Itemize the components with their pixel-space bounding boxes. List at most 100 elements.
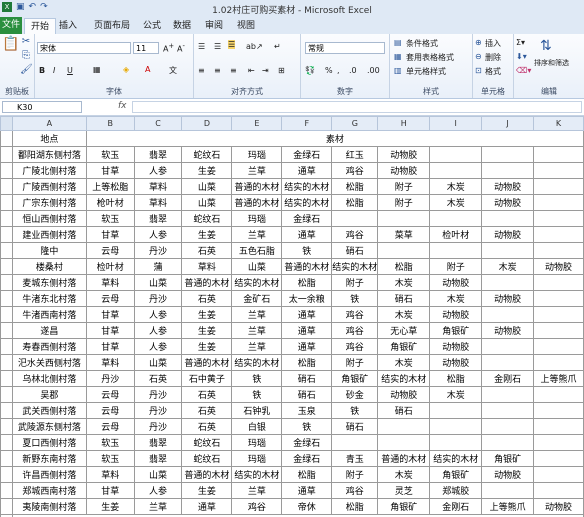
material-cell[interactable]: 软玉 xyxy=(85,434,135,451)
row-header[interactable] xyxy=(0,322,13,339)
material-cell[interactable]: 动物胶 xyxy=(429,338,483,355)
font-name-select[interactable]: 宋体 xyxy=(37,42,131,54)
column-header-B[interactable]: B xyxy=(85,116,135,131)
material-cell[interactable]: 玛瑙 xyxy=(231,434,283,451)
material-cell[interactable]: 草料 xyxy=(85,274,135,291)
material-cell[interactable]: 生姜 xyxy=(181,322,233,339)
row-header[interactable] xyxy=(0,370,13,387)
material-cell[interactable]: 石中黄子 xyxy=(181,370,233,387)
material-cell[interactable]: 山菜 xyxy=(181,178,233,195)
column-header-J[interactable]: J xyxy=(481,116,535,131)
material-cell[interactable]: 松脂 xyxy=(281,274,333,291)
material-cell[interactable] xyxy=(481,338,535,355)
row-header[interactable] xyxy=(0,450,13,467)
material-cell[interactable] xyxy=(429,242,483,259)
material-cell[interactable] xyxy=(429,402,483,419)
material-cell[interactable]: 无心草 xyxy=(377,322,431,339)
material-cell[interactable]: 通草 xyxy=(281,338,333,355)
tab-page-layout[interactable]: 页面布局 xyxy=(90,18,134,34)
place-cell[interactable]: 隆中 xyxy=(11,242,87,259)
material-cell[interactable] xyxy=(533,242,584,259)
material-cell[interactable]: 木炭 xyxy=(377,306,431,323)
material-cell[interactable]: 松脂 xyxy=(429,370,483,387)
material-cell[interactable]: 结实的木材 xyxy=(231,354,283,371)
material-cell[interactable]: 石英 xyxy=(181,418,233,435)
material-cell[interactable]: 蛇纹石 xyxy=(181,146,233,163)
column-header-H[interactable]: H xyxy=(377,116,431,131)
material-cell[interactable]: 动物胶 xyxy=(533,498,584,515)
material-cell[interactable] xyxy=(481,210,535,227)
material-cell[interactable]: 检叶材 xyxy=(85,258,135,275)
material-cell[interactable]: 山菜 xyxy=(133,354,183,371)
grow-font-icon[interactable]: A+ xyxy=(163,42,174,54)
material-cell[interactable]: 丹沙 xyxy=(133,386,183,403)
place-cell[interactable]: 建业西侧村落 xyxy=(11,226,87,243)
material-cell[interactable]: 普通的木材 xyxy=(281,258,333,275)
material-cell[interactable]: 山菜 xyxy=(231,258,283,275)
tab-data[interactable]: 数据 xyxy=(170,18,194,34)
material-cell[interactable]: 兰草 xyxy=(231,322,283,339)
material-cell[interactable]: 甘草 xyxy=(85,322,135,339)
material-cell[interactable]: 松脂 xyxy=(331,194,379,211)
material-cell[interactable]: 兰草 xyxy=(231,226,283,243)
material-cell[interactable] xyxy=(429,210,483,227)
material-cell[interactable]: 翡翠 xyxy=(133,450,183,467)
material-cell[interactable]: 云母 xyxy=(85,402,135,419)
row-header[interactable] xyxy=(0,418,13,435)
place-cell[interactable]: 遂昌 xyxy=(11,322,87,339)
material-cell[interactable] xyxy=(533,306,584,323)
material-cell[interactable]: 动物胶 xyxy=(377,146,431,163)
tab-view[interactable]: 视图 xyxy=(234,18,258,34)
material-cell[interactable] xyxy=(533,290,584,307)
material-cell[interactable]: 丹沙 xyxy=(133,402,183,419)
delete-cells-button[interactable]: 删除 xyxy=(485,52,501,63)
material-cell[interactable] xyxy=(533,418,584,435)
paste-icon[interactable]: 📋 xyxy=(2,37,19,58)
underline-button[interactable]: U xyxy=(67,66,73,75)
material-cell[interactable]: 动物胶 xyxy=(429,354,483,371)
material-cell[interactable] xyxy=(429,162,483,179)
name-box[interactable]: K30 xyxy=(2,101,82,113)
material-cell[interactable] xyxy=(331,434,379,451)
row-header[interactable] xyxy=(0,178,13,195)
material-cell[interactable]: 附子 xyxy=(377,178,431,195)
material-cell[interactable]: 石英 xyxy=(181,402,233,419)
merge-center-icon[interactable]: ⊞ xyxy=(278,66,285,75)
place-cell[interactable]: 新野东南村落 xyxy=(11,450,87,467)
material-cell[interactable]: 鸡谷 xyxy=(331,226,379,243)
material-cell[interactable]: 结实的木材 xyxy=(377,370,431,387)
material-cell[interactable]: 角银矿 xyxy=(331,370,379,387)
tab-review[interactable]: 审阅 xyxy=(202,18,226,34)
material-cell[interactable]: 人参 xyxy=(133,162,183,179)
font-color-icon[interactable]: A xyxy=(145,65,150,74)
material-cell[interactable]: 甘草 xyxy=(85,338,135,355)
material-cell[interactable] xyxy=(481,306,535,323)
material-cell[interactable] xyxy=(533,226,584,243)
material-cell[interactable]: 通草 xyxy=(281,306,333,323)
place-cell[interactable]: 广宗东侧村落 xyxy=(11,194,87,211)
material-cell[interactable]: 人参 xyxy=(133,338,183,355)
material-cell[interactable]: 附子 xyxy=(331,466,379,483)
material-cell[interactable]: 动物胶 xyxy=(481,322,535,339)
tab-home[interactable]: 开始 xyxy=(24,18,56,35)
row-header[interactable] xyxy=(0,146,13,163)
copy-icon[interactable]: ⎘ xyxy=(20,50,32,62)
material-cell[interactable]: 附子 xyxy=(331,274,379,291)
material-cell[interactable]: 石英 xyxy=(133,370,183,387)
material-cell[interactable]: 郑城胶 xyxy=(429,482,483,499)
align-right-icon[interactable]: ≡ xyxy=(230,66,237,75)
row-header[interactable] xyxy=(0,162,13,179)
comma-icon[interactable]: , xyxy=(337,66,340,75)
tab-formulas[interactable]: 公式 xyxy=(140,18,164,34)
material-cell[interactable]: 云母 xyxy=(85,418,135,435)
italic-button[interactable]: I xyxy=(53,66,55,75)
material-cell[interactable]: 动物胶 xyxy=(481,290,535,307)
material-cell[interactable]: 软玉 xyxy=(85,450,135,467)
material-cell[interactable]: 检叶材 xyxy=(429,226,483,243)
material-cell[interactable]: 普通的木材 xyxy=(231,178,283,195)
fx-icon[interactable]: fx xyxy=(118,101,127,111)
align-left-icon[interactable]: ≡ xyxy=(198,66,205,75)
place-cell[interactable]: 寿春西侧村落 xyxy=(11,338,87,355)
material-cell[interactable]: 上等熊爪 xyxy=(533,370,584,387)
percent-icon[interactable]: % xyxy=(325,66,333,75)
